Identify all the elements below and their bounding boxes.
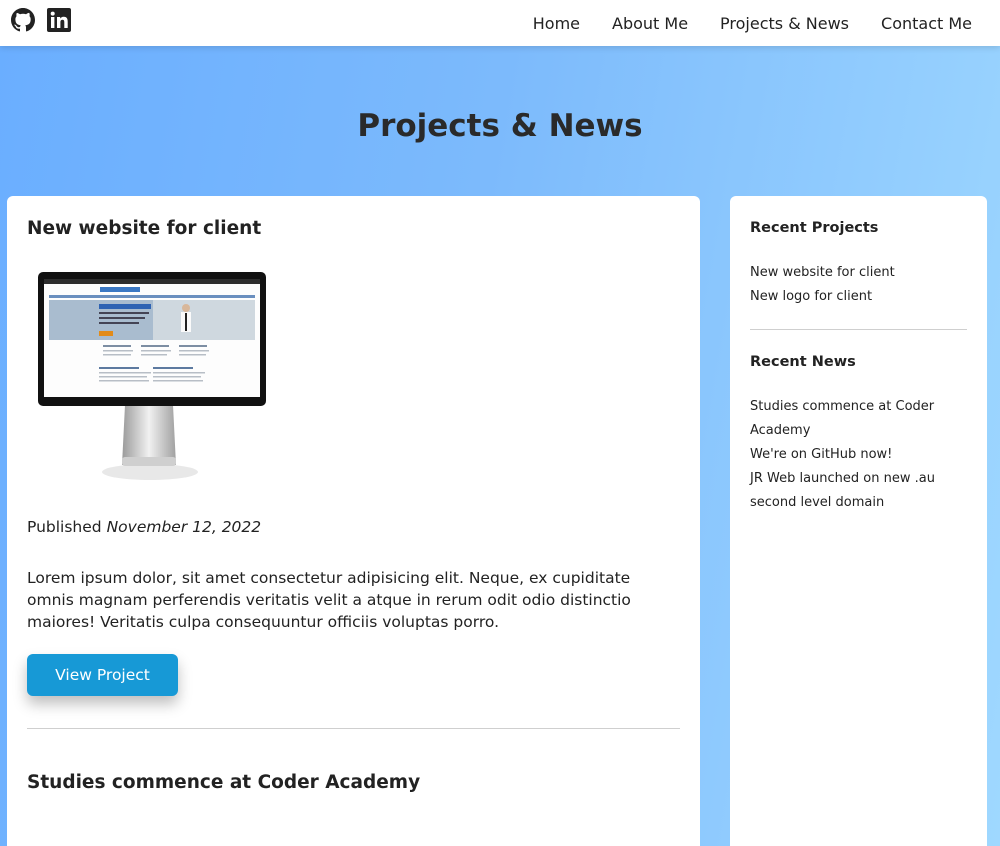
list-item: New website for client <box>750 261 967 285</box>
nav-contact-me[interactable]: Contact Me <box>881 14 972 33</box>
sidebar: Recent Projects New website for client N… <box>730 196 987 846</box>
post: Studies commence at Coder Academy <box>27 770 680 796</box>
view-project-button[interactable]: View Project <box>27 654 178 696</box>
published-label: Published <box>27 518 102 536</box>
nav-home[interactable]: Home <box>533 14 580 33</box>
page-title: Projects & News <box>357 108 643 144</box>
nav-projects-news[interactable]: Projects & News <box>720 14 849 33</box>
recent-news-link[interactable]: Studies commence at Coder Academy <box>750 395 967 443</box>
recent-news-list: Studies commence at Coder Academy We're … <box>750 395 967 515</box>
recent-projects-heading: Recent Projects <box>750 220 879 236</box>
list-item: New logo for client <box>750 285 967 309</box>
nav-links: Home About Me Projects & News Contact Me <box>501 14 1000 33</box>
recent-news-heading: Recent News <box>750 354 856 370</box>
post-title: Studies commence at Coder Academy <box>27 772 421 793</box>
list-item: We're on GitHub now! <box>750 443 967 467</box>
recent-news-link[interactable]: We're on GitHub now! <box>750 443 967 467</box>
post-body: Lorem ipsum dolor, sit amet consectetur … <box>27 569 631 631</box>
monitor-website-screenshot <box>38 272 266 480</box>
recent-project-link[interactable]: New logo for client <box>750 285 967 309</box>
recent-projects-list: New website for client New logo for clie… <box>750 261 967 309</box>
linkedin-icon[interactable] <box>47 8 71 32</box>
published-line: Published November 12, 2022 <box>27 516 680 538</box>
list-item: Studies commence at Coder Academy <box>750 395 967 443</box>
github-icon[interactable] <box>11 8 35 32</box>
post: New website for client Published Novembe… <box>27 216 680 729</box>
social-links <box>0 8 71 32</box>
list-item: JR Web launched on new .au second level … <box>750 467 967 515</box>
posts-card: New website for client Published Novembe… <box>7 196 700 846</box>
post-title: New website for client <box>27 218 262 239</box>
top-navbar: Home About Me Projects & News Contact Me <box>0 0 1000 46</box>
published-date: November 12, 2022 <box>106 518 262 536</box>
post-divider <box>27 728 680 729</box>
nav-about-me[interactable]: About Me <box>612 14 688 33</box>
recent-news-link[interactable]: JR Web launched on new .au second level … <box>750 467 967 515</box>
recent-project-link[interactable]: New website for client <box>750 261 967 285</box>
sidebar-divider <box>750 329 967 330</box>
